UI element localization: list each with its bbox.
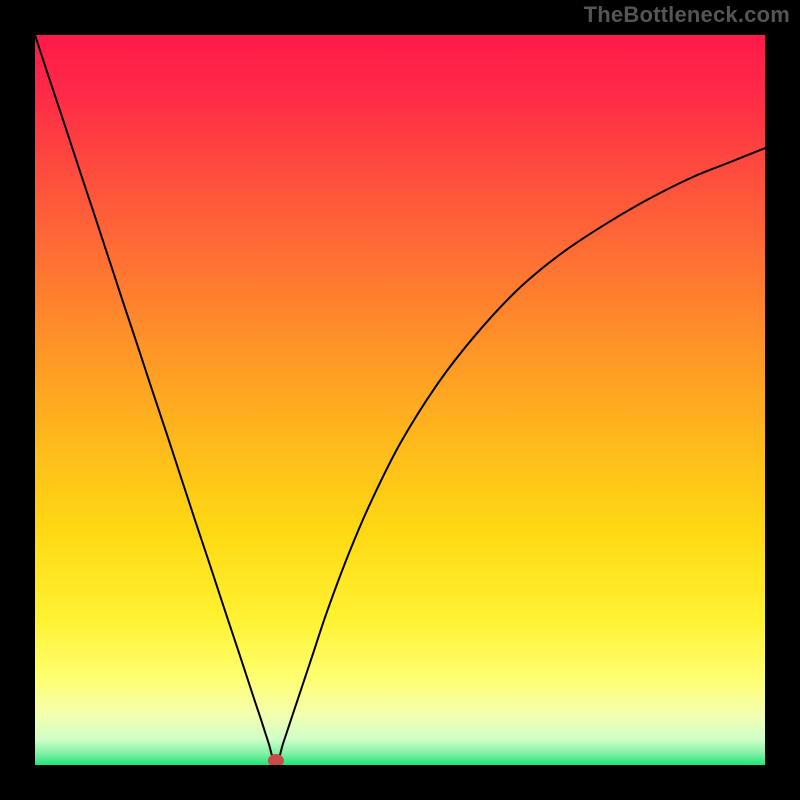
watermark-label: TheBottleneck.com <box>584 2 790 28</box>
bottleneck-chart <box>35 35 765 765</box>
chart-frame: TheBottleneck.com <box>0 0 800 800</box>
chart-background <box>35 35 765 765</box>
